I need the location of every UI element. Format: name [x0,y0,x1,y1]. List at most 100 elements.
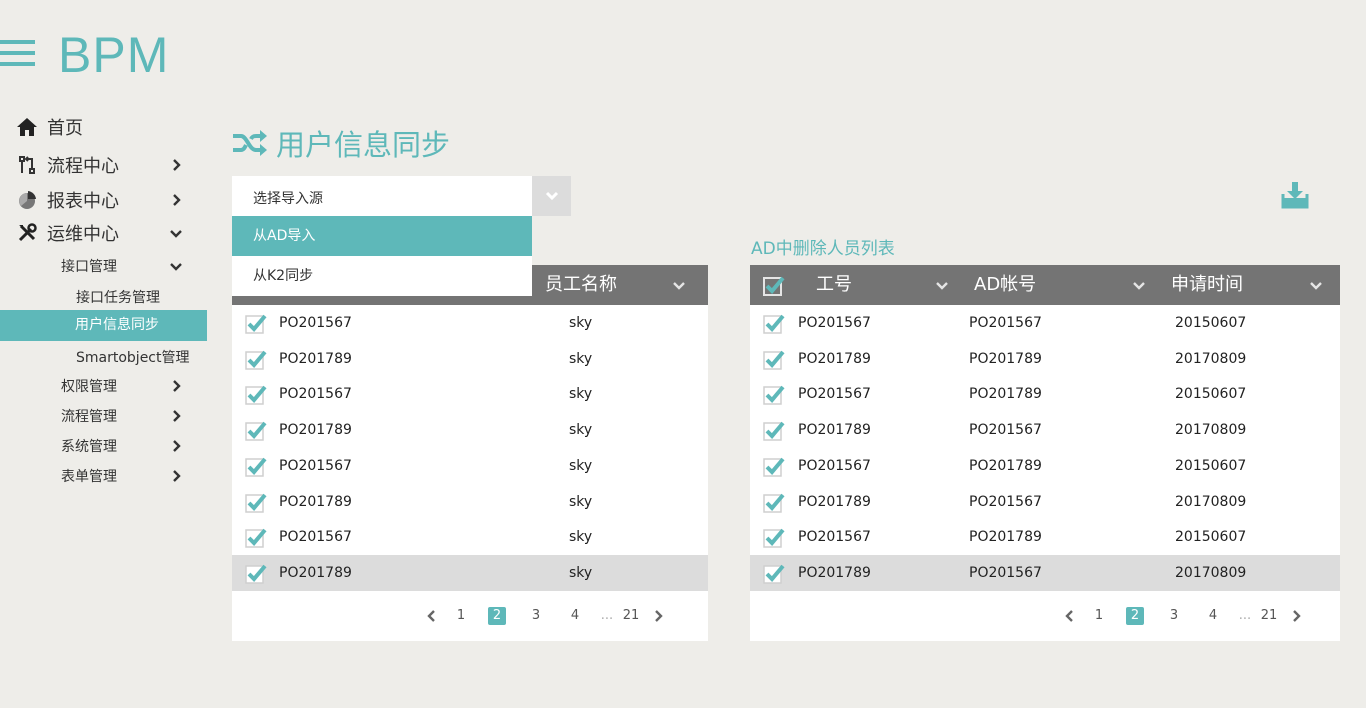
table-row[interactable]: PO201789 sky [232,412,708,448]
row-checkbox[interactable] [245,456,267,477]
sidebar-item-interface-mgmt[interactable]: 接口管理 [61,253,186,279]
sidebar-item-label: 运维中心 [47,224,119,245]
row-checkbox[interactable] [763,492,785,513]
sidebar-item-form[interactable]: 表单管理 [61,463,186,489]
row-checkbox[interactable] [245,313,267,334]
select-all-checkbox[interactable] [763,275,785,296]
page-button[interactable]: 1 [1090,607,1108,625]
chevron-right-icon [173,194,181,206]
table-row[interactable]: PO201567 sky [232,305,708,341]
page-button[interactable]: 2 [488,607,506,625]
column-header-ad-account[interactable]: AD帐号 [974,265,1036,305]
cell-employee-id: PO201567 [798,386,871,403]
sidebar-item-system[interactable]: 系统管理 [61,433,186,459]
cell-employee-id: PO201567 [279,386,352,403]
page-button[interactable]: 3 [527,607,545,625]
page-button[interactable]: 4 [1204,607,1222,625]
chevron-right-icon [173,440,181,452]
cell-employee-id: PO201789 [798,564,871,581]
table-row[interactable]: PO201789 sky [232,554,708,591]
page-button[interactable]: 3 [1165,607,1183,625]
table-row[interactable]: PO201567 sky [232,519,708,555]
row-checkbox[interactable] [763,456,785,477]
sort-name-button[interactable] [673,265,687,305]
chevron-down-icon [170,263,182,271]
prev-page-icon[interactable] [1064,609,1076,623]
row-checkbox[interactable] [245,384,267,406]
row-checkbox[interactable] [763,527,785,548]
page-title-text: 用户信息同步 [276,128,451,162]
column-header-id[interactable]: 工号 [816,265,852,305]
table-row[interactable]: PO201567 PO201789 20150607 [750,448,1340,484]
sidebar-item-smartobject[interactable]: Smartobject管理 [76,344,190,370]
flow-icon [16,154,38,176]
menu-toggle-icon[interactable] [0,40,35,70]
column-header-apply-time[interactable]: 申请时间 [1171,265,1243,305]
cell-apply-time: 20170809 [1175,564,1247,581]
cell-ad-account: PO201789 [969,350,1042,367]
deleted-users-table: 工号 AD帐号 申请时间 PO201567 PO201567 20150607 PO2… [750,265,1340,641]
prev-page-icon[interactable] [426,609,438,623]
table-row[interactable]: PO201567 sky [232,448,708,484]
sidebar-item-interface-task[interactable]: 接口任务管理 [76,284,160,310]
sidebar-item-process-center[interactable]: 流程中心 [16,150,186,180]
row-checkbox[interactable] [763,313,785,334]
row-checkbox[interactable] [245,349,267,370]
chevron-down-icon[interactable] [936,279,948,291]
page-button[interactable]: 2 [1126,607,1144,625]
table-row[interactable]: PO201567 PO201567 20150607 [750,305,1340,341]
row-checkbox[interactable] [763,420,785,441]
chevron-down-icon[interactable] [1310,279,1322,291]
table-row[interactable]: PO201789 PO201789 20170809 [750,341,1340,377]
table-row[interactable]: PO201567 PO201789 20150607 [750,519,1340,555]
app-logo: BPM [58,27,170,83]
row-checkbox[interactable] [245,420,267,441]
chevron-down-icon[interactable] [1133,279,1145,291]
page-button[interactable]: 21 [1260,607,1278,625]
next-page-icon[interactable] [652,609,664,623]
cell-employee-name: sky [569,386,593,403]
cell-ad-account: PO201567 [969,422,1042,439]
option-import-from-ad[interactable]: 从AD导入 [232,216,532,256]
chevron-down-icon [170,230,182,238]
download-icon[interactable] [1281,180,1309,210]
table-header: 工号 AD帐号 申请时间 [750,265,1340,305]
cell-employee-name: sky [569,422,593,439]
next-page-icon[interactable] [1290,609,1302,623]
select-toggle-button[interactable] [532,176,571,216]
sidebar-item-user-sync[interactable]: 用户信息同步 [0,310,207,341]
cell-ad-account: PO201789 [969,457,1042,474]
import-source-select[interactable]: 选择导入源 [232,176,571,216]
row-checkbox[interactable] [763,384,785,406]
cell-employee-name: sky [569,457,593,474]
pagination: 1 2 3 4... 21 [750,605,1340,631]
cell-ad-account: PO201567 [969,315,1042,331]
page-button[interactable]: 4 [566,607,584,625]
select-value: 选择导入源 [253,191,323,207]
table-row[interactable]: PO201567 sky [232,376,708,412]
sidebar-item-process[interactable]: 流程管理 [61,403,186,429]
table-row[interactable]: PO201789 PO201567 20170809 [750,484,1340,520]
row-checkbox[interactable] [763,563,785,584]
page-button[interactable]: 21 [622,607,640,625]
sidebar-item-report-center[interactable]: 报表中心 [16,185,186,215]
table-row[interactable]: PO201789 sky [232,341,708,377]
row-checkbox[interactable] [763,349,785,370]
option-sync-from-k2[interactable]: 从K2同步 [232,256,532,296]
table-row[interactable]: PO201567 PO201789 20150607 [750,376,1340,412]
sidebar-item-ops-center[interactable]: 运维中心 [16,218,186,248]
sidebar-item-permission[interactable]: 权限管理 [61,373,186,399]
cell-employee-id: PO201567 [798,315,871,331]
page-button[interactable]: 1 [452,607,470,625]
cell-employee-id: PO201789 [798,350,871,367]
row-checkbox[interactable] [245,527,267,548]
table-row[interactable]: PO201789 PO201567 20170809 [750,412,1340,448]
column-header-name[interactable]: 员工名称 [545,265,617,305]
cell-employee-name: sky [569,564,593,581]
sidebar-item-home[interactable]: 首页 [16,112,186,142]
row-checkbox[interactable] [245,563,267,584]
table-row[interactable]: PO201789 PO201567 20170809 [750,554,1340,591]
row-checkbox[interactable] [245,492,267,513]
tools-icon [16,222,38,244]
table-row[interactable]: PO201789 sky [232,484,708,520]
